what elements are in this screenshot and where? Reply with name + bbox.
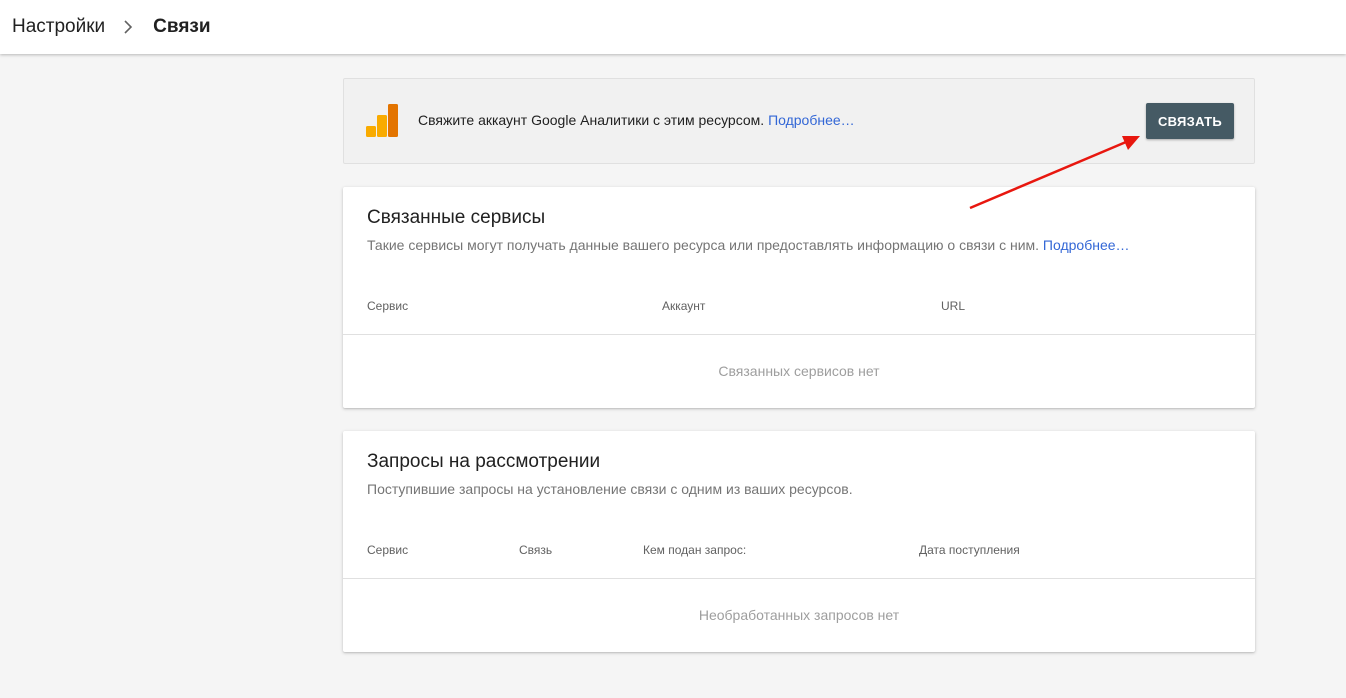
- column-header-account: Аккаунт: [662, 299, 706, 313]
- pending-requests-empty-message: Необработанных запросов нет: [698, 607, 900, 623]
- column-header-service: Сервис: [367, 543, 409, 557]
- pending-requests-card: Запросы на рассмотрении Поступившие запр…: [343, 431, 1255, 652]
- linked-services-description-row: Такие сервисы могут получать данные ваше…: [367, 237, 1130, 253]
- column-header-service: Сервис: [367, 299, 409, 313]
- page-title: Связи: [153, 16, 211, 37]
- table-divider: [343, 334, 1255, 335]
- pending-requests-description: Поступившие запросы на установление связ…: [367, 481, 853, 497]
- table-divider: [343, 578, 1255, 579]
- column-header-requested-by: Кем подан запрос:: [643, 543, 747, 557]
- linked-services-description: Такие сервисы могут получать данные ваше…: [367, 237, 1040, 253]
- column-header-link: Связь: [519, 543, 553, 557]
- top-bar: Настройки Связи: [0, 0, 1346, 54]
- pending-requests-title: Запросы на рассмотрении: [367, 451, 601, 472]
- banner-text: Свяжите аккаунт Google Аналитики с этим …: [418, 112, 855, 128]
- linked-services-title: Связанные сервисы: [367, 207, 546, 228]
- column-header-date-received: Дата поступления: [919, 543, 1020, 557]
- chevron-right-icon: [115, 17, 141, 37]
- column-header-url: URL: [941, 299, 966, 313]
- linked-services-learn-more-link[interactable]: Подробнее…: [1043, 237, 1130, 253]
- banner-message: Свяжите аккаунт Google Аналитики с этим …: [418, 112, 765, 128]
- banner-learn-more-link[interactable]: Подробнее…: [768, 112, 855, 128]
- breadcrumb-parent[interactable]: Настройки: [12, 16, 105, 38]
- analytics-link-banner: Свяжите аккаунт Google Аналитики с этим …: [343, 78, 1255, 164]
- google-analytics-logo-icon: [366, 104, 400, 138]
- linked-services-card: Связанные сервисы Такие сервисы могут по…: [343, 187, 1255, 408]
- connect-button[interactable]: СВЯЗАТЬ: [1146, 103, 1234, 139]
- linked-services-empty-message: Связанных сервисов нет: [718, 363, 880, 379]
